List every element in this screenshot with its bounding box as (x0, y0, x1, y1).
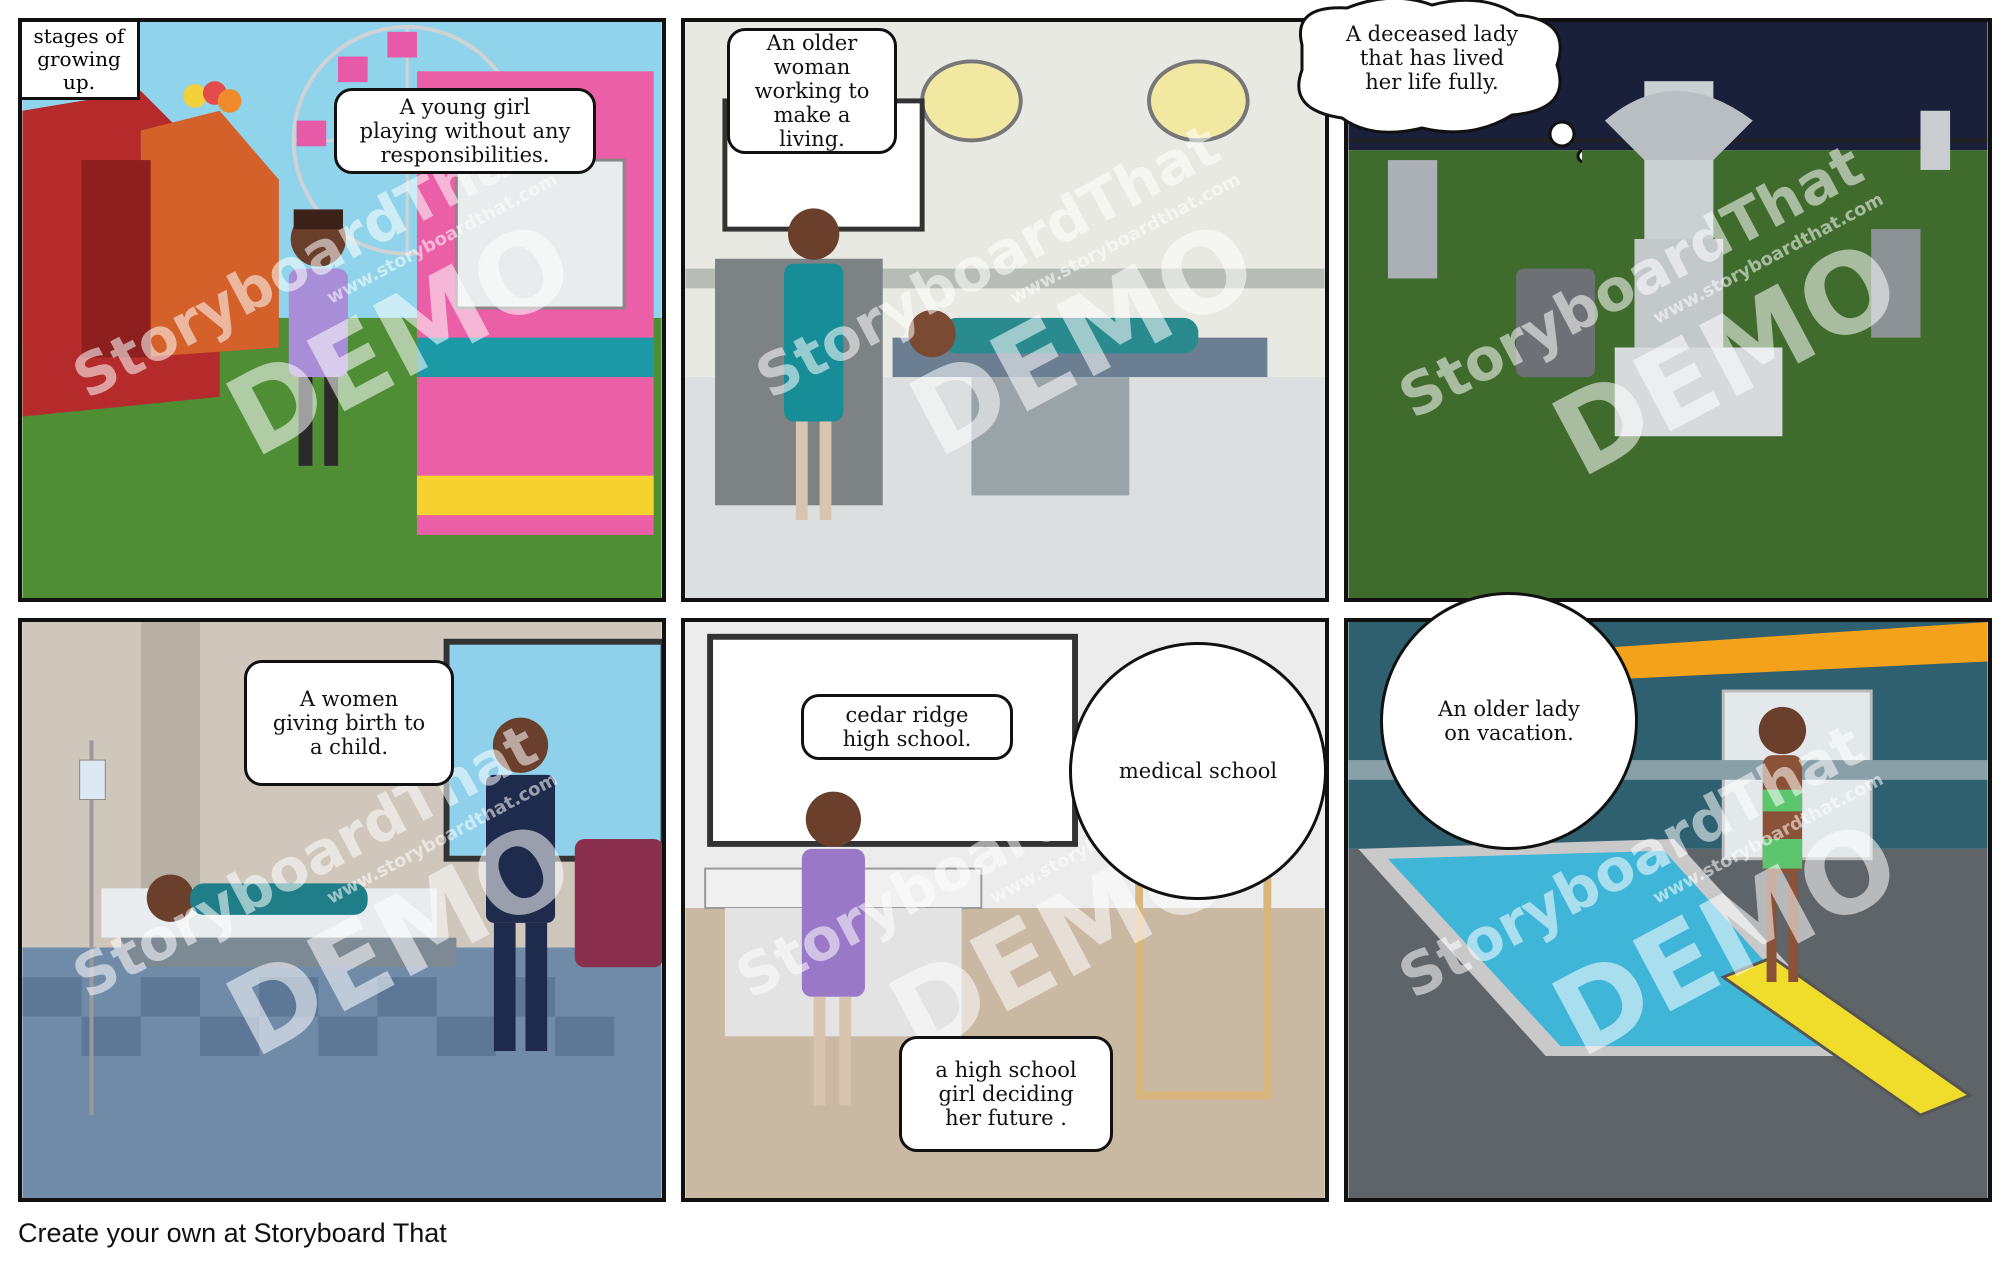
panel-3-thought-text: A deceased lady that has lived her life … (1345, 22, 1519, 94)
panel-1-speech-bubble: A young girl playing without any respons… (334, 88, 596, 174)
story-title-caption: stages of growing up. (22, 22, 140, 100)
footer-credit[interactable]: Create your own at Storyboard That (18, 1218, 447, 1249)
panel-4-hospital: A women giving birth to a child. Storybo… (18, 618, 666, 1202)
panel-5-speech-bubble-school: cedar ridge high school. (801, 694, 1013, 760)
panel-5-thought-bubble-medical: medical school (1069, 642, 1325, 900)
panel-4-speech-bubble: A women giving birth to a child. (244, 660, 454, 786)
panel-5-classroom: cedar ridge high school. medical school … (681, 618, 1329, 1202)
panel-5-speech-bubble-future: a high school girl deciding her future . (899, 1036, 1113, 1152)
panel-6-speech-bubble: An older lady on vacation. (1380, 592, 1638, 850)
panel-1-fairground: stages of growing up. A young girl playi… (18, 18, 666, 602)
panel-2-speech-bubble: An older woman working to make a living. (727, 28, 897, 154)
panel-2-operating-room: An older woman working to make a living.… (681, 18, 1329, 602)
